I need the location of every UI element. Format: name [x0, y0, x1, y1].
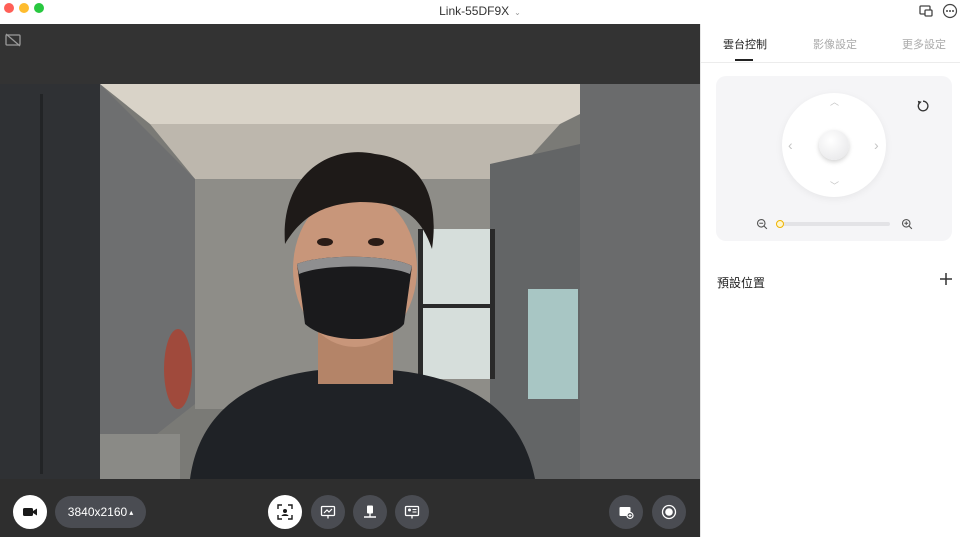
pan-right-icon[interactable]: ›: [874, 137, 879, 153]
no-signal-icon[interactable]: [5, 32, 21, 48]
snapshot-icon: [619, 507, 634, 520]
close-window-button[interactable]: [4, 3, 14, 13]
panel-tabs: 雲台控制 影像設定 更多設定: [701, 24, 960, 63]
presenter-icon: [404, 505, 420, 519]
maximize-window-button[interactable]: [34, 3, 44, 13]
more-icon[interactable]: [942, 3, 958, 19]
tab-more-settings[interactable]: 更多設定: [902, 36, 946, 52]
chevron-down-icon[interactable]: ⌄: [514, 8, 521, 17]
camera-feed-image: [0, 84, 700, 479]
minimize-window-button[interactable]: [19, 3, 29, 13]
camera-icon: [23, 508, 37, 516]
ptz-joystick[interactable]: ︿ ﹀ ‹ ›: [782, 93, 886, 197]
resolution-value: 3840x2160: [67, 505, 128, 519]
video-top-bar: [0, 24, 700, 84]
auto-frame-button[interactable]: [268, 495, 302, 529]
room-scene: [0, 84, 700, 479]
chevron-up-icon: ▴: [129, 507, 134, 517]
tab-ptz-control[interactable]: 雲台控制: [723, 36, 767, 52]
record-button[interactable]: [652, 495, 686, 529]
ptz-control-card: ︿ ﹀ ‹ ›: [716, 76, 952, 241]
pan-up-icon[interactable]: ︿: [830, 95, 839, 108]
zoom-out-icon[interactable]: [756, 218, 768, 230]
camera-button[interactable]: [13, 495, 47, 529]
title-bar: Link-55DF9X ⌄: [0, 0, 960, 24]
presenter-button[interactable]: [395, 495, 429, 529]
snapshot-button[interactable]: [609, 495, 643, 529]
control-panel: 雲台控制 影像設定 更多設定 ︿ ﹀ ‹ › 預設位置: [700, 24, 960, 537]
joystick-knob[interactable]: [819, 130, 849, 160]
tab-image-settings[interactable]: 影像設定: [813, 36, 857, 52]
zoom-slider[interactable]: [776, 220, 890, 228]
desk-view-icon: [364, 505, 376, 518]
whiteboard-icon: [320, 505, 336, 519]
preset-positions-label: 預設位置: [717, 276, 766, 290]
zoom-in-icon[interactable]: [901, 218, 913, 230]
pan-left-icon[interactable]: ‹: [788, 137, 793, 153]
zoom-slider-thumb[interactable]: [776, 220, 784, 228]
reset-icon[interactable]: [916, 99, 930, 113]
record-icon: [661, 504, 677, 520]
window-title[interactable]: Link-55DF9X: [439, 4, 509, 18]
plus-icon[interactable]: [939, 272, 953, 286]
auto-frame-icon: [277, 504, 293, 520]
video-preview: 3840x2160 ▴: [0, 24, 700, 537]
desk-view-button[interactable]: [353, 495, 387, 529]
whiteboard-button[interactable]: [311, 495, 345, 529]
active-tab-indicator: [735, 59, 753, 61]
pan-down-icon[interactable]: ﹀: [830, 179, 839, 192]
window-icon[interactable]: [918, 3, 934, 19]
resolution-selector[interactable]: 3840x2160 ▴: [55, 496, 146, 528]
